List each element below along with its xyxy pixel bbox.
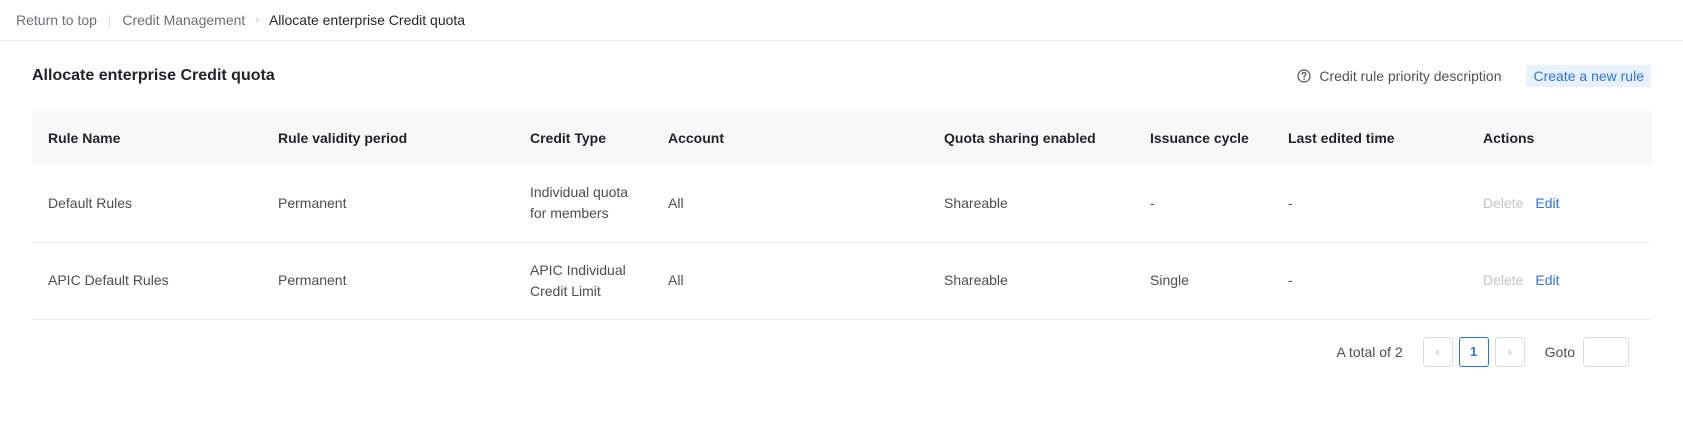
pagination-total: A total of 2 [1336, 343, 1403, 360]
column-header-credit-type: Credit Type [530, 130, 606, 146]
priority-description-link[interactable]: Credit rule priority description [1297, 68, 1501, 84]
table-row: APIC Default Rules Permanent APIC Indivi… [32, 242, 1652, 319]
column-header-account: Account [668, 130, 724, 146]
edit-button[interactable]: Edit [1535, 272, 1559, 288]
column-header-sharing: Quota sharing enabled [944, 130, 1096, 146]
create-new-rule-button[interactable]: Create a new rule [1526, 65, 1651, 87]
chevron-right-icon: › [255, 14, 259, 26]
header-actions: Credit rule priority description Create … [1297, 65, 1651, 87]
cell-edited: - [1288, 194, 1293, 211]
breadcrumb-credit-management[interactable]: Credit Management [122, 12, 245, 28]
breadcrumb-return-to-top[interactable]: Return to top [16, 12, 97, 28]
cell-cycle: - [1150, 194, 1155, 211]
column-header-validity: Rule validity period [278, 130, 408, 146]
edit-button[interactable]: Edit [1535, 195, 1559, 211]
delete-button: Delete [1483, 194, 1524, 211]
cell-validity: Permanent [278, 272, 347, 288]
cell-sharing: Shareable [944, 194, 1008, 211]
table-header-row: Rule Name Rule validity period Credit Ty… [32, 111, 1652, 165]
table-row: Default Rules Permanent Individual quota… [32, 165, 1652, 242]
cell-actions: Delete Edit [1467, 165, 1652, 242]
cell-sharing: Shareable [944, 272, 1008, 288]
pagination-prev-button[interactable]: ‹ [1422, 336, 1453, 367]
goto-page-input[interactable] [1583, 336, 1629, 367]
column-header-actions: Actions [1483, 130, 1535, 146]
cell-account: All [668, 194, 684, 211]
cell-validity: Permanent [278, 194, 347, 211]
pagination: A total of 2 ‹ 1 › Goto [32, 320, 1651, 384]
column-header-edited: Last edited time [1288, 130, 1395, 146]
cell-account: All [668, 272, 684, 288]
question-circle-icon [1297, 69, 1312, 83]
pagination-next-button[interactable]: › [1494, 336, 1525, 367]
column-header-rule-name: Rule Name [48, 130, 121, 146]
priority-description-label: Credit rule priority description [1319, 68, 1502, 84]
cell-cycle: Single [1150, 272, 1189, 288]
panel-header: Allocate enterprise Credit quota Credit … [32, 41, 1651, 111]
cell-rule-name: APIC Default Rules [48, 272, 169, 288]
page-title: Allocate enterprise Credit quota [32, 67, 275, 84]
cell-credit-type: Individual quota for members [530, 184, 629, 222]
pagination-page-1[interactable]: 1 [1458, 336, 1489, 367]
goto-label: Goto [1544, 343, 1575, 360]
rules-table: Rule Name Rule validity period Credit Ty… [32, 111, 1652, 320]
cell-actions: Delete Edit [1467, 242, 1652, 319]
cell-rule-name: Default Rules [48, 194, 133, 211]
delete-button: Delete [1483, 272, 1524, 288]
column-header-cycle: Issuance cycle [1150, 130, 1249, 146]
breadcrumb: Return to top | Credit Management › Allo… [0, 0, 1683, 41]
breadcrumb-divider: | [107, 12, 112, 28]
breadcrumb-current: Allocate enterprise Credit quota [268, 12, 466, 28]
cell-edited: - [1288, 272, 1293, 288]
content-panel: Allocate enterprise Credit quota Credit … [32, 41, 1652, 384]
cell-credit-type: APIC Individual Credit Limit [530, 261, 626, 299]
